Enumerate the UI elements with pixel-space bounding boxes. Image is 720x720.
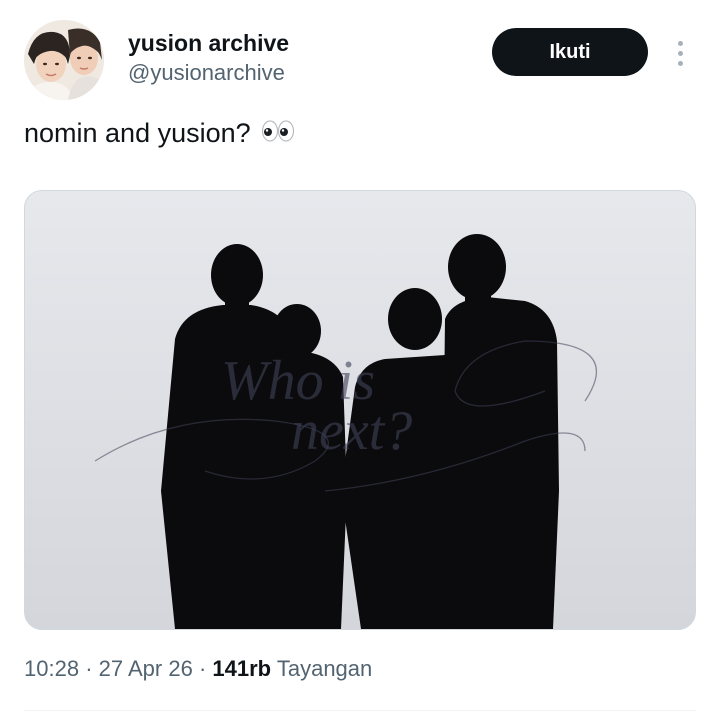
more-vertical-icon bbox=[677, 40, 683, 66]
avatar-image bbox=[24, 20, 104, 100]
overlay-text-line2: next? bbox=[291, 400, 412, 462]
tweet-media-image[interactable]: Who is next? bbox=[24, 190, 696, 630]
silhouette-image: Who is next? bbox=[25, 191, 695, 629]
author-handle[interactable]: @yusionarchive bbox=[128, 60, 285, 86]
tweet-date[interactable]: 27 Apr 26 bbox=[99, 656, 193, 681]
tweet-text: nomin and yusion? bbox=[24, 118, 251, 148]
author-display-name[interactable]: yusion archive bbox=[128, 30, 289, 57]
tweet-time[interactable]: 10:28 bbox=[24, 656, 79, 681]
separator-dot: · bbox=[85, 656, 93, 681]
tweet-meta: 10:28 · 27 Apr 26 · 141rb Tayangan bbox=[24, 656, 372, 682]
views-label: Tayangan bbox=[276, 656, 373, 681]
eyes-emoji-icon bbox=[261, 118, 295, 149]
follow-button[interactable]: Ikuti bbox=[492, 28, 648, 76]
views-count: 141rb bbox=[212, 656, 272, 681]
avatar[interactable] bbox=[24, 20, 104, 100]
tweet-text-container: nomin and yusion? bbox=[24, 118, 295, 149]
separator-dot: · bbox=[198, 656, 207, 681]
more-options-button[interactable] bbox=[666, 36, 694, 70]
divider bbox=[24, 710, 696, 711]
